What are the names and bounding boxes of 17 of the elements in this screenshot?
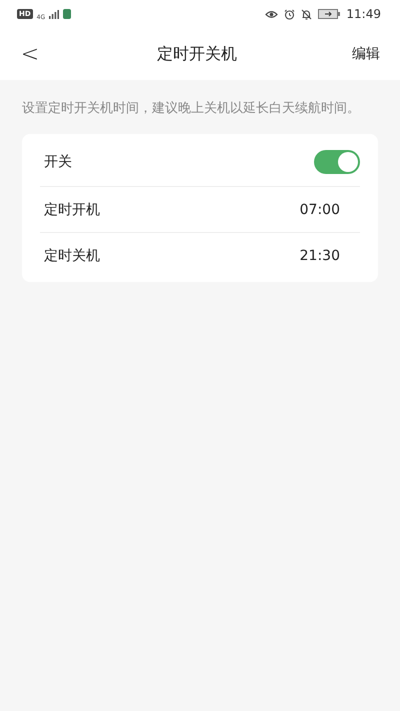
back-button[interactable]: <: [18, 42, 42, 66]
app-icon: [63, 9, 72, 19]
edit-button[interactable]: 编辑: [352, 45, 380, 63]
battery-icon: [318, 9, 340, 19]
setting-label: 定时关机: [43, 246, 100, 264]
time-value[interactable]: 07:00: [300, 202, 360, 218]
signal-icon: [49, 10, 60, 18]
description-text: 设置定时开关机时间，建议晚上关机以延长白天续航时间。: [21, 100, 361, 118]
page-title: 定时开关机: [157, 44, 237, 64]
setting-label: 定时开机: [43, 200, 100, 218]
alarm-icon: [284, 8, 296, 20]
toggle-switch[interactable]: [314, 150, 360, 174]
status-time: 11:49: [346, 7, 381, 21]
setting-label: 开关: [43, 153, 72, 171]
time-value[interactable]: 21:30: [300, 248, 360, 264]
bell-off-icon: [301, 8, 312, 20]
eye-icon: [265, 10, 278, 18]
